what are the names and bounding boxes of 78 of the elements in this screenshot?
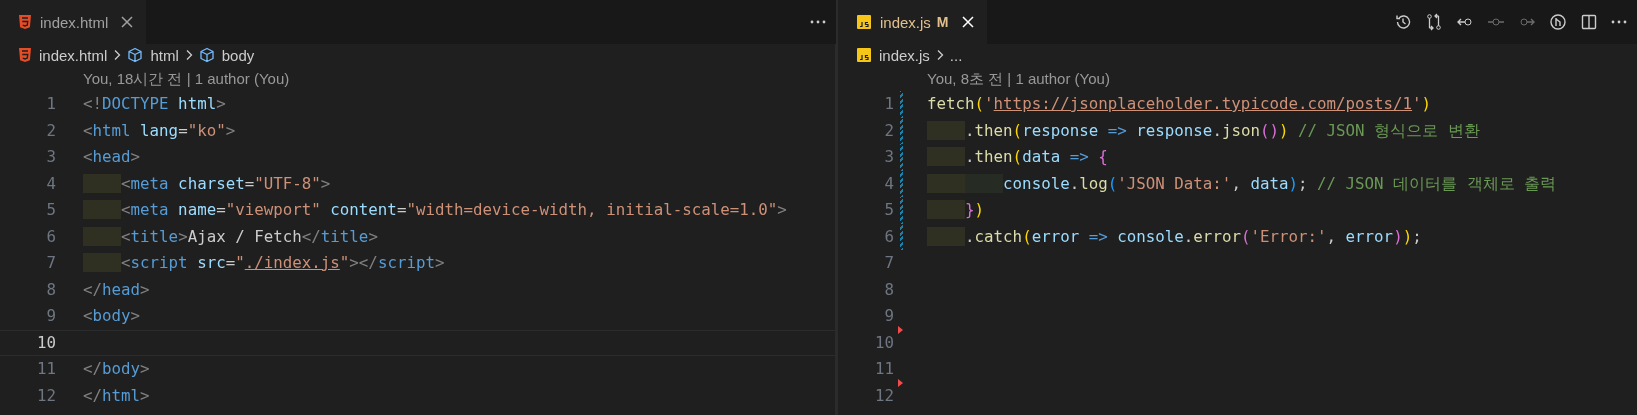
line-number: 3 xyxy=(45,146,56,168)
breadcrumb-item[interactable]: html xyxy=(150,46,179,64)
code-line: <title>Ajax / Fetch</title> xyxy=(83,223,378,250)
blame-button[interactable] xyxy=(1549,13,1567,31)
cube-icon xyxy=(198,47,215,63)
line-number: 9 xyxy=(883,305,894,327)
cube-icon xyxy=(127,47,144,63)
line-number: 2 xyxy=(45,119,56,142)
history-icon xyxy=(1394,13,1412,31)
line-number: 1 xyxy=(883,93,894,115)
deleted-line-marker[interactable] xyxy=(898,325,903,334)
html-file-icon xyxy=(18,47,32,63)
codelens-author[interactable]: You, 8초 전 | 1 author (You) xyxy=(838,66,1637,91)
code-line: <script src="./index.js"></script> xyxy=(83,250,445,277)
line-number: 7 xyxy=(883,252,894,274)
chevron-icon xyxy=(935,49,944,61)
breadcrumb-item[interactable]: index.js xyxy=(879,46,930,64)
breadcrumb-item[interactable]: index.html xyxy=(39,46,108,64)
compass-icon xyxy=(1549,13,1567,31)
close-icon[interactable] xyxy=(120,15,135,29)
code-line: }) xyxy=(927,197,985,224)
modified-line-marker[interactable] xyxy=(900,223,903,250)
breadcrumb-item[interactable]: body xyxy=(221,46,255,64)
line-number: 5 xyxy=(45,199,56,221)
chevron-icon xyxy=(113,49,122,61)
line-number: 7 xyxy=(45,252,56,274)
line-number: 3 xyxy=(883,146,894,168)
split-editor-button[interactable] xyxy=(1580,13,1598,31)
line-number: 4 xyxy=(45,172,56,195)
more-icon xyxy=(810,20,826,24)
line-number: 6 xyxy=(45,225,56,248)
code-line: </head> xyxy=(83,278,150,301)
line-number: 4 xyxy=(883,172,894,195)
line-number: 5 xyxy=(883,199,894,221)
line-number: 12 xyxy=(35,384,56,407)
line-number: 10 xyxy=(873,331,894,354)
breadcrumb-item[interactable]: ... xyxy=(949,46,963,64)
code-line: </html> xyxy=(83,384,150,407)
line-number: 6 xyxy=(883,225,894,248)
line-number: 12 xyxy=(873,384,894,407)
editor-tab[interactable]: index.html xyxy=(0,0,147,44)
code-line: .then(data => { xyxy=(927,144,1108,171)
line-number: 8 xyxy=(883,278,894,301)
compare-changes-button[interactable] xyxy=(1425,13,1443,31)
line-number: 10 xyxy=(35,331,56,354)
modified-line-marker[interactable] xyxy=(900,170,903,197)
history-button[interactable] xyxy=(1394,13,1412,31)
code-line: .catch(error => console.error('Error:', error)); xyxy=(927,223,1422,250)
code-line: fetch('https://jsonplaceholder.typicode.com/posts/1') xyxy=(927,93,1432,115)
line-number: 8 xyxy=(45,278,56,301)
modified-line-marker[interactable] xyxy=(900,197,903,224)
code-line: <meta name="viewport" content="width=device-width, initial-scale=1.0"> xyxy=(83,197,787,224)
code-line: console.log('JSON Data:', data); // JSON 데이터를 객체로 출력 xyxy=(927,170,1557,197)
code-line: <body> xyxy=(83,305,141,327)
more-icon xyxy=(1611,20,1627,24)
code-line: <meta charset="UTF-8"> xyxy=(83,170,331,197)
code-line: .then(response => response.json()) // JSON 형식으로 변환 xyxy=(927,117,1480,144)
line-number: 11 xyxy=(35,358,56,380)
compare-icon xyxy=(1425,13,1443,31)
modified-line-marker[interactable] xyxy=(900,144,903,171)
js-file-icon xyxy=(856,14,872,30)
code-line: </body> xyxy=(83,358,150,380)
deleted-line-marker[interactable] xyxy=(898,378,903,387)
codelens-author[interactable]: You, 18시간 전 | 1 author (You) xyxy=(0,66,836,91)
line-number: 11 xyxy=(873,358,894,380)
js-file-icon xyxy=(856,47,872,63)
html-file-icon xyxy=(18,14,32,30)
code-line: <html lang="ko"> xyxy=(83,119,236,142)
split-icon xyxy=(1580,13,1598,31)
line-number: 2 xyxy=(883,119,894,142)
modified-line-marker[interactable] xyxy=(900,91,903,118)
editor-tab[interactable]: index.js M xyxy=(838,0,987,44)
chevron-icon xyxy=(184,49,193,61)
line-number: 1 xyxy=(45,93,56,115)
modified-line-marker[interactable] xyxy=(900,117,903,144)
line-number: 9 xyxy=(45,305,56,327)
code-line: <!DOCTYPE html> xyxy=(83,93,226,115)
code-line: <head> xyxy=(83,146,141,168)
